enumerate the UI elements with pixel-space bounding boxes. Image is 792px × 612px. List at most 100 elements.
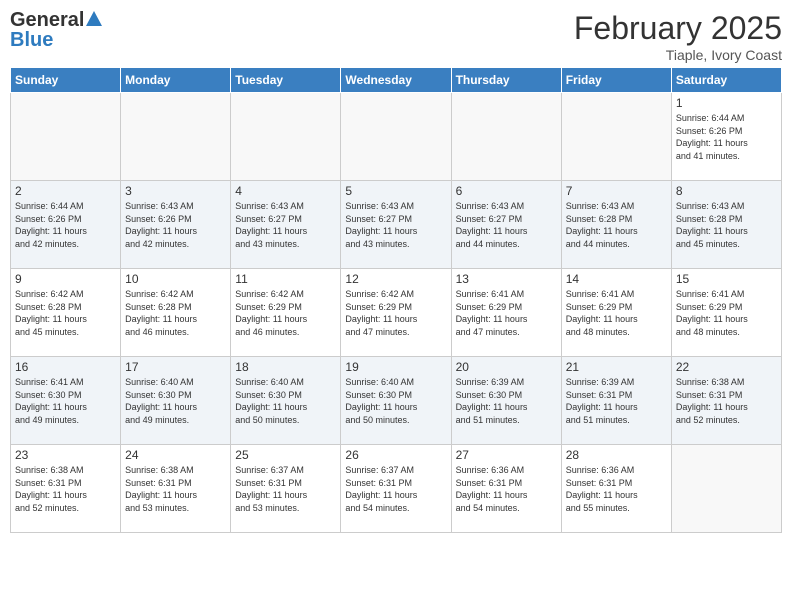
day-number: 5 — [345, 184, 446, 198]
table-row — [231, 93, 341, 181]
table-row — [341, 93, 451, 181]
day-number: 9 — [15, 272, 116, 286]
day-number: 28 — [566, 448, 667, 462]
table-row: 14Sunrise: 6:41 AM Sunset: 6:29 PM Dayli… — [561, 269, 671, 357]
table-row: 9 Sunrise: 6:42 AM Sunset: 6:28 PM Daylig… — [11, 269, 121, 357]
day-info: Sunrise: 6:44 AM Sunset: 6:26 PM Dayligh… — [15, 200, 116, 250]
table-row: 26Sunrise: 6:37 AM Sunset: 6:31 PM Dayli… — [341, 445, 451, 533]
day-number: 21 — [566, 360, 667, 374]
day-info: Sunrise: 6:36 AM Sunset: 6:31 PM Dayligh… — [456, 464, 557, 514]
day-info: Sunrise: 6:36 AM Sunset: 6:31 PM Dayligh… — [566, 464, 667, 514]
month-title: February 2025 — [574, 10, 782, 47]
logo: General Blue — [10, 10, 103, 50]
calendar-week-row: 23 Sunrise: 6:38 AM Sunset: 6:31 PM Dayli… — [11, 445, 782, 533]
calendar-header-row: Sunday Monday Tuesday Wednesday Thursday… — [11, 68, 782, 93]
table-row: 23 Sunrise: 6:38 AM Sunset: 6:31 PM Dayli… — [11, 445, 121, 533]
logo-general-text: General — [10, 10, 84, 30]
table-row: 24 Sunrise: 6:38 AM Sunset: 6:31 PM Dayli… — [121, 445, 231, 533]
day-info: Sunrise: 6:38 AM Sunset: 6:31 PM Dayligh… — [15, 464, 116, 514]
calendar-week-row: 9 Sunrise: 6:42 AM Sunset: 6:28 PM Daylig… — [11, 269, 782, 357]
day-number: 26 — [345, 448, 446, 462]
day-info: Sunrise: 6:38 AM Sunset: 6:31 PM Dayligh… — [125, 464, 226, 514]
col-friday: Friday — [561, 68, 671, 93]
day-info: Sunrise: 6:43 AM Sunset: 6:28 PM Dayligh… — [676, 200, 777, 250]
table-row: 18 Sunrise: 6:40 AM Sunset: 6:30 PM Dayli… — [231, 357, 341, 445]
col-sunday: Sunday — [11, 68, 121, 93]
table-row: 13Sunrise: 6:41 AM Sunset: 6:29 PM Dayli… — [451, 269, 561, 357]
day-number: 2 — [15, 184, 116, 198]
day-number: 6 — [456, 184, 557, 198]
table-row: 2 Sunrise: 6:44 AM Sunset: 6:26 PM Daylig… — [11, 181, 121, 269]
col-thursday: Thursday — [451, 68, 561, 93]
day-number: 13 — [456, 272, 557, 286]
col-saturday: Saturday — [671, 68, 781, 93]
day-number: 8 — [676, 184, 777, 198]
day-info: Sunrise: 6:42 AM Sunset: 6:29 PM Dayligh… — [345, 288, 446, 338]
day-number: 19 — [345, 360, 446, 374]
day-number: 20 — [456, 360, 557, 374]
day-info: Sunrise: 6:41 AM Sunset: 6:30 PM Dayligh… — [15, 376, 116, 426]
logo-blue-text: Blue — [10, 30, 53, 50]
location: Tiaple, Ivory Coast — [574, 47, 782, 63]
day-info: Sunrise: 6:41 AM Sunset: 6:29 PM Dayligh… — [566, 288, 667, 338]
day-number: 27 — [456, 448, 557, 462]
day-number: 17 — [125, 360, 226, 374]
table-row — [11, 93, 121, 181]
day-info: Sunrise: 6:41 AM Sunset: 6:29 PM Dayligh… — [676, 288, 777, 338]
day-number: 24 — [125, 448, 226, 462]
table-row: 22 Sunrise: 6:38 AM Sunset: 6:31 PM Dayli… — [671, 357, 781, 445]
calendar-week-row: 2 Sunrise: 6:44 AM Sunset: 6:26 PM Daylig… — [11, 181, 782, 269]
table-row: 19 Sunrise: 6:40 AM Sunset: 6:30 PM Dayli… — [341, 357, 451, 445]
table-row: 28 Sunrise: 6:36 AM Sunset: 6:31 PM Dayli… — [561, 445, 671, 533]
table-row: 7 Sunrise: 6:43 AM Sunset: 6:28 PM Daylig… — [561, 181, 671, 269]
calendar-week-row: 1 Sunrise: 6:44 AM Sunset: 6:26 PM Daylig… — [11, 93, 782, 181]
day-info: Sunrise: 6:42 AM Sunset: 6:28 PM Dayligh… — [125, 288, 226, 338]
day-number: 18 — [235, 360, 336, 374]
table-row: 1 Sunrise: 6:44 AM Sunset: 6:26 PM Daylig… — [671, 93, 781, 181]
day-number: 10 — [125, 272, 226, 286]
table-row: 16 Sunrise: 6:41 AM Sunset: 6:30 PM Dayli… — [11, 357, 121, 445]
day-number: 7 — [566, 184, 667, 198]
day-number: 22 — [676, 360, 777, 374]
day-info: Sunrise: 6:39 AM Sunset: 6:31 PM Dayligh… — [566, 376, 667, 426]
col-tuesday: Tuesday — [231, 68, 341, 93]
day-number: 12 — [345, 272, 446, 286]
day-info: Sunrise: 6:40 AM Sunset: 6:30 PM Dayligh… — [345, 376, 446, 426]
table-row: 12 Sunrise: 6:42 AM Sunset: 6:29 PM Dayli… — [341, 269, 451, 357]
title-block: February 2025 Tiaple, Ivory Coast — [574, 10, 782, 63]
table-row: 27 Sunrise: 6:36 AM Sunset: 6:31 PM Dayli… — [451, 445, 561, 533]
day-number: 25 — [235, 448, 336, 462]
day-info: Sunrise: 6:44 AM Sunset: 6:26 PM Dayligh… — [676, 112, 777, 162]
day-info: Sunrise: 6:43 AM Sunset: 6:27 PM Dayligh… — [235, 200, 336, 250]
table-row — [671, 445, 781, 533]
day-number: 16 — [15, 360, 116, 374]
table-row: 21 Sunrise: 6:39 AM Sunset: 6:31 PM Dayli… — [561, 357, 671, 445]
col-monday: Monday — [121, 68, 231, 93]
table-row: 17 Sunrise: 6:40 AM Sunset: 6:30 PM Dayli… — [121, 357, 231, 445]
table-row — [121, 93, 231, 181]
table-row: 8 Sunrise: 6:43 AM Sunset: 6:28 PM Daylig… — [671, 181, 781, 269]
day-info: Sunrise: 6:40 AM Sunset: 6:30 PM Dayligh… — [235, 376, 336, 426]
day-info: Sunrise: 6:38 AM Sunset: 6:31 PM Dayligh… — [676, 376, 777, 426]
day-number: 15 — [676, 272, 777, 286]
day-info: Sunrise: 6:43 AM Sunset: 6:26 PM Dayligh… — [125, 200, 226, 250]
table-row: 20Sunrise: 6:39 AM Sunset: 6:30 PM Dayli… — [451, 357, 561, 445]
day-info: Sunrise: 6:43 AM Sunset: 6:27 PM Dayligh… — [456, 200, 557, 250]
day-info: Sunrise: 6:37 AM Sunset: 6:31 PM Dayligh… — [235, 464, 336, 514]
table-row: 5Sunrise: 6:43 AM Sunset: 6:27 PM Daylig… — [341, 181, 451, 269]
day-number: 1 — [676, 96, 777, 110]
day-number: 23 — [15, 448, 116, 462]
day-number: 4 — [235, 184, 336, 198]
day-number: 11 — [235, 272, 336, 286]
table-row: 15 Sunrise: 6:41 AM Sunset: 6:29 PM Dayli… — [671, 269, 781, 357]
day-info: Sunrise: 6:42 AM Sunset: 6:28 PM Dayligh… — [15, 288, 116, 338]
day-info: Sunrise: 6:40 AM Sunset: 6:30 PM Dayligh… — [125, 376, 226, 426]
table-row: 3 Sunrise: 6:43 AM Sunset: 6:26 PM Daylig… — [121, 181, 231, 269]
col-wednesday: Wednesday — [341, 68, 451, 93]
day-info: Sunrise: 6:43 AM Sunset: 6:28 PM Dayligh… — [566, 200, 667, 250]
table-row: 10 Sunrise: 6:42 AM Sunset: 6:28 PM Dayli… — [121, 269, 231, 357]
logo-icon — [85, 10, 103, 28]
table-row — [561, 93, 671, 181]
day-number: 3 — [125, 184, 226, 198]
calendar-week-row: 16 Sunrise: 6:41 AM Sunset: 6:30 PM Dayli… — [11, 357, 782, 445]
